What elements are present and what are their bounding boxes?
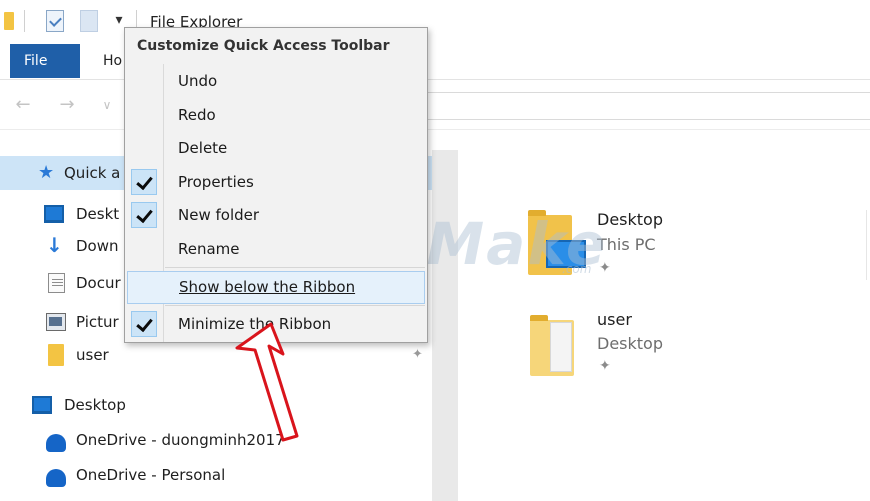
menu-separator <box>165 305 425 306</box>
nav-item-label: OneDrive - duongminh2017 <box>76 431 285 449</box>
menu-item-label: Rename <box>178 240 240 258</box>
tile-location: Desktop <box>597 334 663 353</box>
menu-item-redo[interactable]: Redo <box>125 99 427 132</box>
tab-home[interactable]: Ho <box>103 44 122 78</box>
menu-item-label: Properties <box>178 173 254 191</box>
menu-item-label: New folder <box>178 206 260 224</box>
nav-item-desktop-root[interactable]: Desktop <box>0 388 432 422</box>
nav-item-label: Quick a <box>64 164 121 182</box>
checkmark-icon <box>131 202 157 228</box>
cloud-icon <box>46 469 66 487</box>
menu-item-label: Redo <box>178 106 216 124</box>
pane-splitter[interactable] <box>432 150 458 501</box>
menu-item-rename[interactable]: Rename <box>125 233 427 266</box>
nav-item-label: Desktop <box>64 396 126 414</box>
menu-item-show-below-ribbon[interactable]: Show below the Ribbon <box>127 271 425 304</box>
properties-icon[interactable] <box>46 10 64 32</box>
folder-icon[interactable] <box>4 12 14 30</box>
menu-item-label: Show below the Ribbon <box>179 278 356 296</box>
folder-icon <box>48 344 64 366</box>
menu-item-label: Delete <box>178 139 228 157</box>
pin-icon: ✦ <box>599 358 611 374</box>
pin-icon[interactable]: ✦ <box>412 347 423 362</box>
toolbar-separator <box>24 10 25 32</box>
menu-header: Customize Quick Access Toolbar <box>125 28 427 64</box>
nav-item-onedrive-personal[interactable]: OneDrive - Personal <box>0 458 432 492</box>
nav-item-label: user <box>76 346 109 364</box>
star-icon: ★ <box>38 162 55 183</box>
tile-name: user <box>597 310 632 329</box>
nav-item-label: OneDrive - Personal <box>76 466 226 484</box>
content-edge <box>866 210 867 280</box>
recent-locations-icon[interactable]: ∨ <box>98 96 116 114</box>
new-folder-icon[interactable] <box>80 10 98 32</box>
document-icon <box>550 322 572 372</box>
menu-item-minimize-ribbon[interactable]: Minimize the Ribbon <box>125 308 427 341</box>
tile-location: This PC <box>597 235 656 254</box>
desktop-icon <box>44 205 64 223</box>
nav-item-onedrive-work[interactable]: OneDrive - duongminh2017 <box>0 423 432 457</box>
pin-icon: ✦ <box>599 260 611 276</box>
customize-qat-menu: Customize Quick Access Toolbar Undo Redo… <box>124 27 428 343</box>
content-pane: Desktop This PC ✦ user Desktop ✦ <box>458 150 870 501</box>
pictures-icon <box>46 313 66 331</box>
menu-item-undo[interactable]: Undo <box>125 65 427 98</box>
menu-separator <box>165 267 425 268</box>
tab-file[interactable]: File <box>10 44 80 78</box>
download-icon: ↓ <box>46 233 63 257</box>
nav-item-user[interactable]: user ✦ <box>0 338 432 372</box>
nav-item-label: Pictur <box>76 313 119 331</box>
tile-name: Desktop <box>597 210 663 229</box>
checkmark-icon <box>131 169 157 195</box>
document-icon <box>48 273 65 293</box>
forward-arrow-icon[interactable]: → <box>58 96 76 114</box>
back-arrow-icon[interactable]: ← <box>14 96 32 114</box>
nav-item-label: Deskt <box>76 205 120 223</box>
menu-item-properties[interactable]: Properties <box>125 166 427 199</box>
desktop-icon <box>32 396 52 414</box>
menu-item-label: Undo <box>178 72 218 90</box>
nav-item-label: Down <box>76 237 119 255</box>
menu-item-label: Minimize the Ribbon <box>178 315 332 333</box>
customize-dropdown-icon[interactable]: ▾ <box>112 12 126 28</box>
nav-item-label: Docur <box>76 274 121 292</box>
checkmark-icon <box>131 311 157 337</box>
menu-item-new-folder[interactable]: New folder <box>125 199 427 232</box>
menu-item-delete[interactable]: Delete <box>125 132 427 165</box>
desktop-icon <box>546 240 586 268</box>
cloud-icon <box>46 434 66 452</box>
